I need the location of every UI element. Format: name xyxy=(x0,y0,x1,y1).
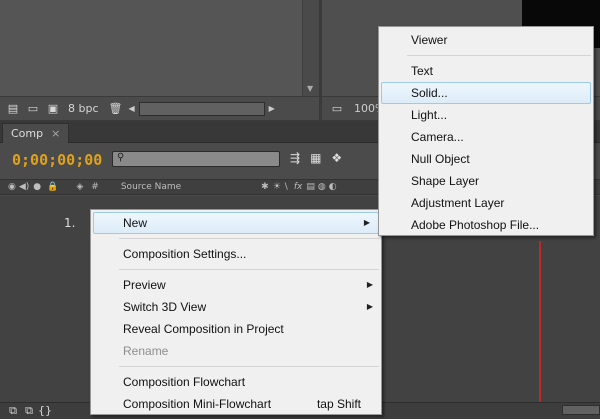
column-fx[interactable]: fx xyxy=(294,182,303,192)
solo-icon[interactable]: ● xyxy=(33,182,41,192)
column-hash: # xyxy=(91,182,99,192)
menu-item-label: Camera... xyxy=(411,130,464,144)
menu-item-label: Null Object xyxy=(411,152,470,166)
menu-item-preview[interactable]: Preview ▶ xyxy=(91,274,381,296)
motion-blur-column-icon[interactable]: ◍ xyxy=(318,182,326,192)
quality-icon[interactable]: \ xyxy=(285,182,288,192)
submenu-arrow-icon: ▶ xyxy=(363,218,370,227)
lock-icon[interactable]: 🔒 xyxy=(47,182,58,192)
new-submenu: Viewer Text Solid... Light... Camera... … xyxy=(378,26,594,236)
timeline-switches: ⇶ ▦ ❖ xyxy=(290,151,342,165)
project-vertical-scrollbar[interactable]: ▼ xyxy=(302,0,319,96)
menu-item-label: Composition Flowchart xyxy=(123,375,246,389)
menu-item-label: Text xyxy=(411,64,434,78)
submenu-arrow-icon: ▶ xyxy=(366,302,373,311)
menu-item-switch-3d-view[interactable]: Switch 3D View ▶ xyxy=(91,296,381,318)
interpret-footage-icon[interactable]: ▤ xyxy=(6,102,20,115)
shy-icon[interactable]: ✱ xyxy=(261,182,269,192)
new-folder-icon[interactable]: ▭ xyxy=(26,102,40,115)
menu-item-light[interactable]: Light... xyxy=(379,104,593,126)
tab-comp[interactable]: Comp × xyxy=(2,123,70,143)
menu-item-reveal-composition[interactable]: Reveal Composition in Project xyxy=(91,318,381,340)
search-icon: ⚲ xyxy=(117,152,125,163)
expand-panes-icon[interactable]: ⧉ xyxy=(6,405,20,417)
scroll-down-icon[interactable]: ▼ xyxy=(307,84,313,93)
menu-item-new[interactable]: New ▶ xyxy=(93,212,379,234)
menu-item-label: Adobe Photoshop File... xyxy=(411,218,540,232)
monitor-icon[interactable]: ▭ xyxy=(330,102,344,115)
new-composition-icon[interactable]: ▣ xyxy=(46,102,60,115)
zoom-slider[interactable] xyxy=(562,405,600,415)
menu-item-label: Adjustment Layer xyxy=(411,196,505,210)
menu-item-adjustment-layer[interactable]: Adjustment Layer xyxy=(379,192,593,214)
scroll-right-icon[interactable]: ▶ xyxy=(269,104,275,113)
label-tag-icon[interactable]: ◈ xyxy=(76,182,83,192)
column-source-name[interactable]: Source Name xyxy=(121,182,181,192)
menu-separator xyxy=(119,269,379,270)
comp-mini-flowchart-icon[interactable]: ⇶ xyxy=(290,151,300,165)
menu-separator xyxy=(407,55,591,56)
timeline-context-menu: New ▶ Composition Settings... Preview ▶ … xyxy=(90,209,382,415)
menu-item-label: Reveal Composition in Project xyxy=(123,322,284,336)
visibility-icon[interactable]: ◉ xyxy=(8,182,16,192)
project-horizontal-scrollbar[interactable] xyxy=(138,101,265,116)
menu-item-composition-mini-flowchart[interactable]: Composition Mini-Flowchart tap Shift xyxy=(91,393,381,415)
menu-item-rename: Rename xyxy=(91,340,381,362)
menu-item-label: Composition Mini-Flowchart xyxy=(123,397,272,411)
scroll-left-icon[interactable]: ◀ xyxy=(129,104,135,113)
in-out-icon[interactable]: {} xyxy=(38,405,52,417)
bpc-label[interactable]: 8 bpc xyxy=(68,102,99,115)
motion-blur-icon[interactable]: ❖ xyxy=(331,151,342,165)
draft-3d-icon[interactable]: ▦ xyxy=(310,151,321,165)
menu-item-null-object[interactable]: Null Object xyxy=(379,148,593,170)
menu-item-label: Composition Settings... xyxy=(123,247,247,261)
menu-item-label: Preview xyxy=(123,278,166,292)
collapse-icon[interactable]: ☀ xyxy=(273,182,281,192)
menu-separator xyxy=(119,366,379,367)
menu-item-composition-flowchart[interactable]: Composition Flowchart xyxy=(91,371,381,393)
menu-item-label: Rename xyxy=(123,344,169,358)
current-time-indicator[interactable] xyxy=(539,241,541,409)
layer-search-input[interactable]: ⚲ xyxy=(112,151,280,167)
menu-item-shape-layer[interactable]: Shape Layer xyxy=(379,170,593,192)
menu-item-label: Shape Layer xyxy=(411,174,480,188)
tab-comp-label: Comp xyxy=(11,127,44,140)
menu-separator xyxy=(119,238,379,239)
transfer-controls-icon[interactable]: ⧉ xyxy=(22,405,36,417)
menu-item-label: Solid... xyxy=(411,86,448,100)
menu-item-photoshop-file[interactable]: Adobe Photoshop File... xyxy=(379,214,593,236)
project-toolbar: ▤ ▭ ▣ 8 bpc 🗑 ◀ ▶ xyxy=(0,96,319,120)
layer-number: 1. xyxy=(64,216,76,230)
menu-item-text[interactable]: Text xyxy=(379,60,593,82)
menu-item-shortcut: tap Shift xyxy=(316,397,361,411)
audio-icon[interactable]: ◀) xyxy=(19,182,29,192)
menu-item-label: Viewer xyxy=(411,33,448,47)
current-time-display[interactable]: 0;00;00;00 xyxy=(12,151,102,169)
menu-item-new-label: New xyxy=(123,216,148,230)
menu-item-label: Switch 3D View xyxy=(123,300,207,314)
project-panel: ▼ ▤ ▭ ▣ 8 bpc 🗑 ◀ ▶ xyxy=(0,0,319,120)
project-list-area[interactable] xyxy=(0,0,302,96)
menu-item-solid[interactable]: Solid... xyxy=(381,82,591,104)
menu-item-label: Light... xyxy=(411,108,448,122)
frame-blend-icon[interactable]: ▤ xyxy=(306,182,315,192)
submenu-arrow-icon: ▶ xyxy=(366,280,373,289)
close-icon[interactable]: × xyxy=(51,127,60,140)
menu-item-composition-settings[interactable]: Composition Settings... xyxy=(91,243,381,265)
trash-icon[interactable]: 🗑 xyxy=(109,102,123,115)
menu-item-camera[interactable]: Camera... xyxy=(379,126,593,148)
adjustment-icon[interactable]: ◐ xyxy=(329,182,337,192)
menu-item-viewer[interactable]: Viewer xyxy=(379,29,593,51)
